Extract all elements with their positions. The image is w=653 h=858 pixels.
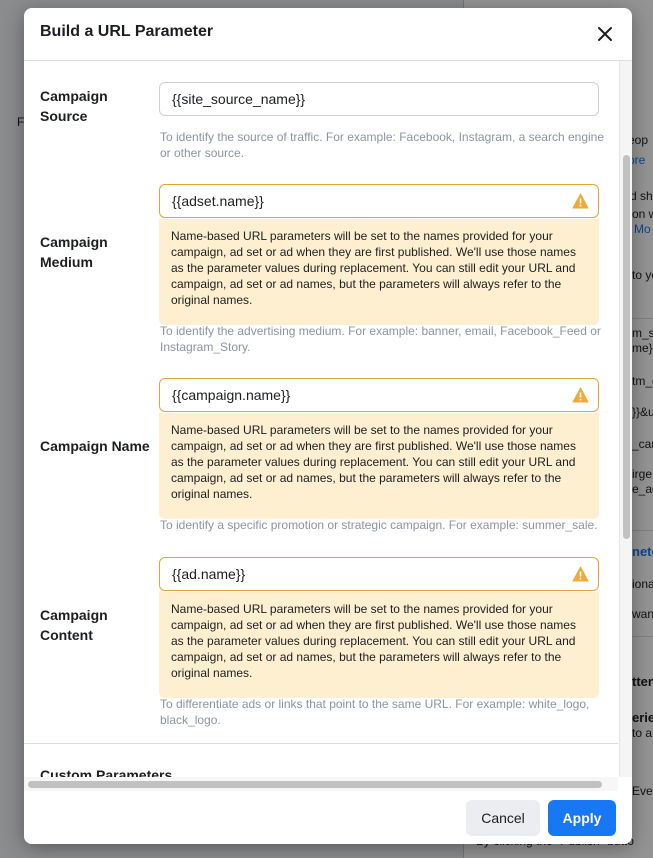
url-parameter-dialog: Build a URL Parameter Campaign Source {{… — [24, 8, 632, 844]
campaign-content-input[interactable]: {{ad.name}} — [159, 557, 599, 591]
campaign-medium-value: {{adset.name}} — [172, 193, 264, 209]
vertical-scrollbar[interactable] — [619, 61, 632, 777]
custom-parameters-heading: Custom Parameters — [40, 767, 173, 777]
campaign-name-input[interactable]: {{campaign.name}} — [159, 378, 599, 412]
dialog-header: Build a URL Parameter — [24, 8, 632, 61]
campaign-medium-help: To identify the advertising medium. For … — [160, 324, 601, 354]
horizontal-scrollbar[interactable] — [24, 777, 618, 791]
name-parameter-notice: Name-based URL parameters will be set to… — [159, 592, 599, 698]
name-parameter-notice: Name-based URL parameters will be set to… — [159, 413, 599, 519]
name-parameter-notice: Name-based URL parameters will be set to… — [159, 219, 599, 325]
warning-icon — [572, 566, 589, 582]
dialog-body: Campaign Source {{site_source_name}} To … — [24, 61, 618, 777]
campaign-content-help: To differentiate ads or links that point… — [160, 697, 590, 727]
campaign-name-help: To identify a specific promotion or stra… — [160, 518, 598, 532]
vertical-scrollbar-thumb[interactable] — [623, 155, 630, 539]
dialog-footer: Cancel Apply — [24, 791, 632, 844]
campaign-medium-label: Campaign Medium — [40, 234, 108, 270]
campaign-source-value: {{site_source_name}} — [172, 91, 306, 107]
apply-button[interactable]: Apply — [548, 800, 616, 836]
close-icon[interactable] — [594, 23, 616, 45]
campaign-name-label: Campaign Name — [40, 438, 150, 454]
campaign-content-label: Campaign Content — [40, 607, 108, 643]
campaign-source-label: Campaign Source — [40, 88, 108, 124]
campaign-source-input[interactable]: {{site_source_name}} — [159, 82, 599, 116]
section-divider — [24, 743, 618, 744]
campaign-source-help: To identify the source of traffic. For e… — [160, 130, 605, 160]
cancel-button[interactable]: Cancel — [466, 800, 540, 836]
campaign-content-value: {{ad.name}} — [172, 566, 246, 582]
campaign-medium-input[interactable]: {{adset.name}} — [159, 184, 599, 218]
dialog-title: Build a URL Parameter — [40, 23, 214, 40]
warning-icon — [572, 193, 589, 209]
warning-icon — [572, 387, 589, 403]
campaign-name-value: {{campaign.name}} — [172, 387, 291, 403]
horizontal-scrollbar-thumb[interactable] — [28, 781, 602, 788]
